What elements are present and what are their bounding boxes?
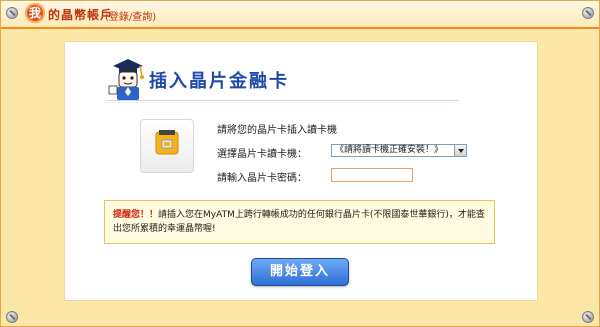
chevron-down-icon[interactable]: [454, 145, 466, 156]
notice-box: 提醒您！！請插入您在MyATM上跨行轉帳成功的任何銀行晶片卡(不限國泰世華銀行)…: [104, 200, 495, 244]
page-subtitle: (登錄/查詢): [105, 12, 157, 23]
page-title: 的晶幣帳戶: [48, 8, 114, 22]
notice-lead: 提醒您！！: [113, 210, 159, 220]
screw-icon: [582, 7, 594, 19]
screw-icon: [582, 311, 594, 323]
notice-body: 請插入您在MyATM上跨行轉帳成功的任何銀行晶片卡(不限國泰世華銀行)，才能查出…: [113, 210, 485, 234]
card-reader-illustration: [140, 119, 194, 173]
card-reader-select[interactable]: 《請將讀卡機正確安裝！》: [331, 144, 467, 157]
reader-label: 選擇晶片卡讀卡機：: [217, 149, 307, 160]
card-pin-input[interactable]: [331, 168, 413, 182]
card-reader-select-value: 《請將讀卡機正確安裝！》: [335, 145, 444, 155]
heading-divider: [107, 102, 459, 103]
title-badge: 我: [25, 3, 45, 23]
heading-divider: [107, 100, 459, 101]
start-login-button[interactable]: 開始登入: [251, 258, 349, 286]
insert-card-instruction: 請將您的晶片卡插入讀卡機: [217, 125, 337, 136]
graduate-mascot-icon: [108, 59, 144, 100]
card-insert-icon: [155, 130, 179, 155]
screw-icon: [6, 7, 18, 19]
title-bar: 我 的晶幣帳戶 (登錄/查詢): [1, 1, 599, 29]
screw-icon: [6, 311, 18, 323]
notice-text-wrap: 提醒您！！請插入您在MyATM上跨行轉帳成功的任何銀行晶片卡(不限國泰世華銀行)…: [113, 208, 485, 236]
pin-label: 請輸入晶片卡密碼：: [217, 173, 307, 184]
page-heading: 插入晶片金融卡: [149, 71, 289, 92]
window-frame: 我 的晶幣帳戶 (登錄/查詢) 插入晶片金融卡 請將您的晶片卡插入讀卡機 選擇晶…: [0, 0, 600, 327]
